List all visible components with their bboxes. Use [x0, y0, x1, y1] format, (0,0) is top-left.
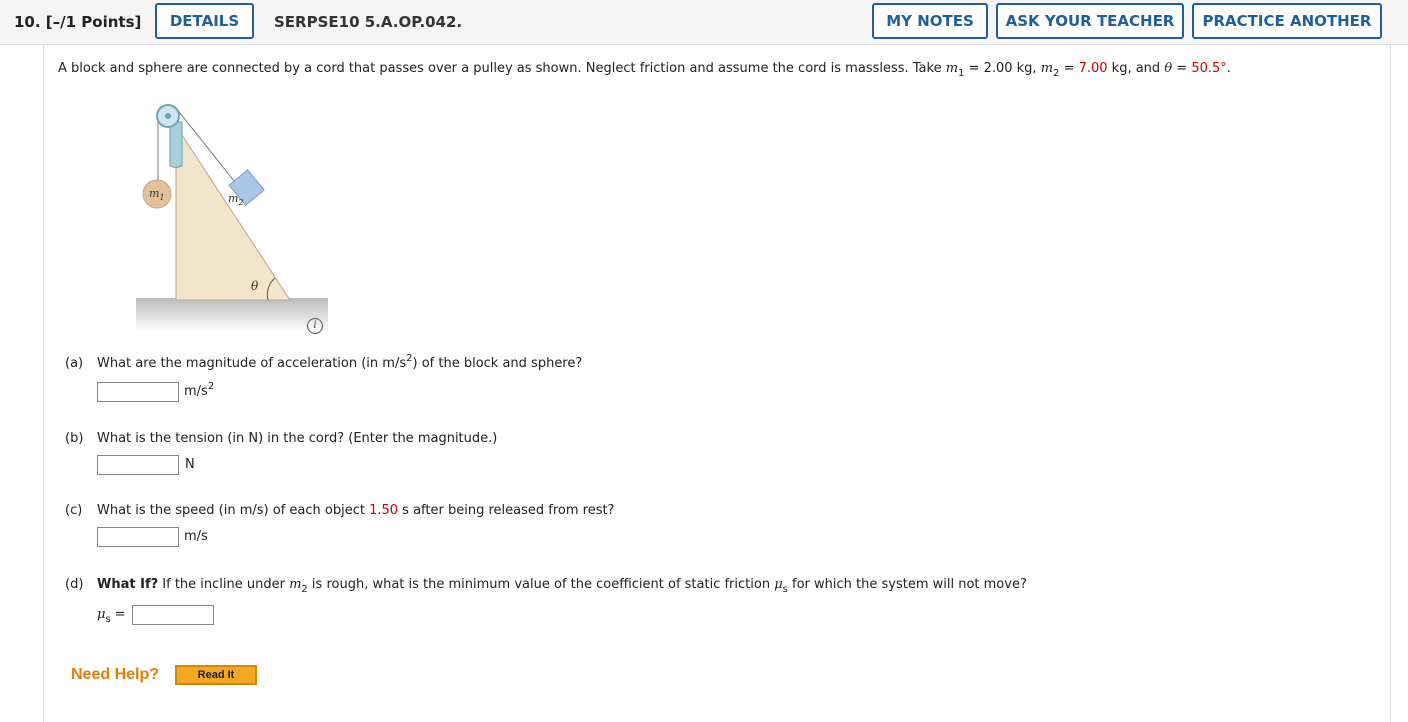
my-notes-button[interactable]: MY NOTES [872, 3, 988, 39]
problem-statement: A block and sphere are connected by a co… [58, 61, 1231, 79]
read-it-button[interactable]: Read It [175, 665, 257, 685]
pulley-incline-figure: m1 m2 θ [136, 104, 328, 332]
part-c-answer-input[interactable] [97, 527, 179, 547]
pulley-bracket [169, 121, 183, 169]
part-d-question: What If? If the incline under m2 is roug… [97, 577, 1027, 595]
ask-teacher-button[interactable]: ASK YOUR TEACHER [996, 3, 1184, 39]
part-d-mu-label: μs = [97, 607, 126, 625]
part-c-label: (c) [65, 503, 83, 518]
info-icon[interactable]: i [307, 318, 323, 334]
ground [136, 298, 328, 332]
question-id: SERPSE10 5.A.OP.042. [274, 13, 463, 31]
pulley-axle [165, 113, 171, 119]
part-b-label: (b) [65, 431, 84, 446]
practice-another-button[interactable]: PRACTICE ANOTHER [1192, 3, 1382, 39]
incline-wedge [175, 124, 291, 301]
question-header: 10. [–/1 Points] DETAILS SERPSE10 5.A.OP… [0, 0, 1408, 45]
part-a-answer-input[interactable] [97, 382, 179, 402]
part-a-question: What are the magnitude of acceleration (… [97, 353, 583, 371]
part-b-question: What is the tension (in N) in the cord? … [97, 431, 498, 446]
part-c-question: What is the speed (in m/s) of each objec… [97, 503, 615, 518]
part-d-label: (d) [65, 577, 84, 592]
details-button[interactable]: DETAILS [155, 3, 254, 39]
part-c-unit: m/s [184, 529, 208, 544]
part-a-label: (a) [65, 356, 84, 371]
need-help-label: Need Help? [71, 666, 160, 683]
part-d-answer-input[interactable] [132, 605, 214, 625]
part-a-unit: m/s2 [184, 381, 215, 399]
part-b-answer-input[interactable] [97, 455, 179, 475]
question-number: 10. [–/1 Points] [14, 13, 142, 31]
theta-label: θ [251, 279, 259, 293]
part-b-unit: N [185, 457, 195, 472]
